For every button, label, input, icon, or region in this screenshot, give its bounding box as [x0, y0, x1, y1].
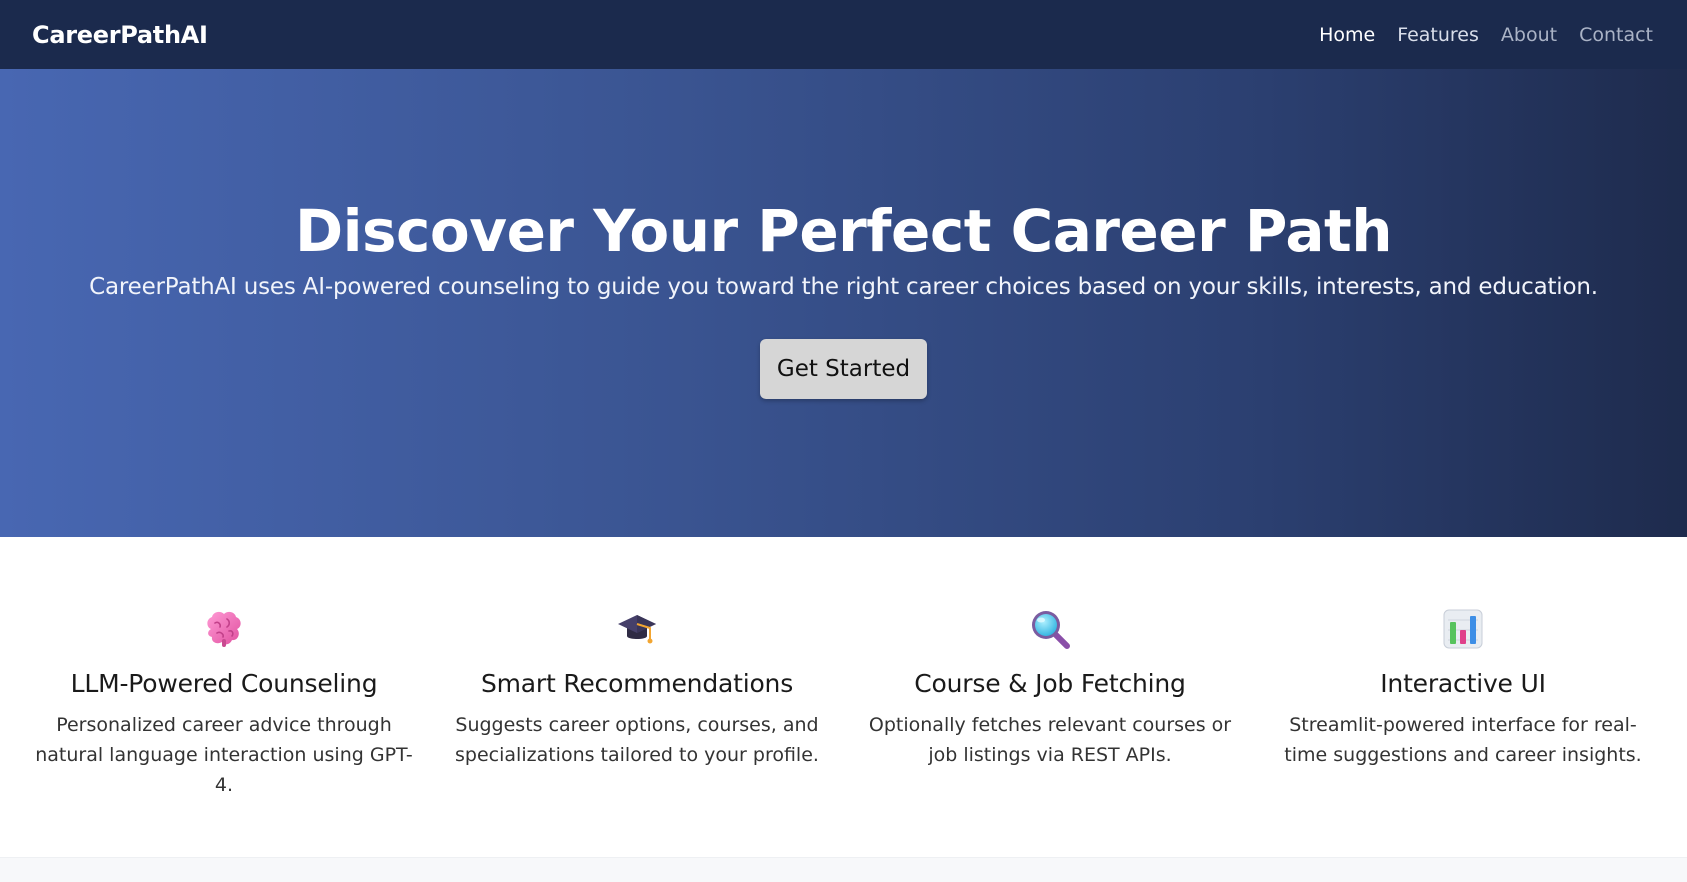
nav-link-features[interactable]: Features — [1397, 24, 1479, 46]
feature-description: Suggests career options, courses, and sp… — [455, 714, 819, 766]
nav-links: Home Features About Contact — [1319, 24, 1653, 46]
nav-link-about[interactable]: About — [1501, 24, 1557, 46]
get-started-button[interactable]: Get Started — [760, 338, 927, 399]
feature-card: Interactive UI Streamlit-powered interfa… — [1257, 607, 1669, 857]
navbar: CareerPathAI Home Features About Contact — [0, 0, 1687, 69]
feature-description: Streamlit-powered interface for real-tim… — [1284, 714, 1642, 766]
feature-description: Optionally fetches relevant courses or j… — [868, 714, 1232, 766]
hero-subtitle: CareerPathAI uses AI-powered counseling … — [89, 273, 1598, 300]
features-section: LLM-Powered Counseling Personalized care… — [0, 537, 1687, 857]
feature-title: Interactive UI — [1380, 669, 1546, 698]
feature-title: Smart Recommendations — [480, 669, 794, 698]
hero-title: Discover Your Perfect Career Path — [294, 197, 1393, 265]
bar-chart-icon — [1441, 607, 1485, 651]
nav-link-home[interactable]: Home — [1319, 24, 1375, 46]
feature-card: Smart Recommendations Suggests career op… — [431, 607, 843, 857]
footer-strip — [0, 857, 1687, 882]
feature-title: Course & Job Fetching — [914, 669, 1186, 698]
feature-card: Course & Job Fetching Optionally fetches… — [844, 607, 1256, 857]
magnifying-glass-icon — [1028, 607, 1072, 651]
brain-icon — [202, 607, 246, 651]
feature-card: LLM-Powered Counseling Personalized care… — [18, 607, 430, 857]
nav-link-contact[interactable]: Contact — [1579, 24, 1653, 46]
hero-section: Discover Your Perfect Career Path Career… — [0, 69, 1687, 537]
graduation-cap-icon — [615, 607, 659, 651]
feature-description: Personalized career advice through natur… — [35, 714, 413, 796]
brand-logo[interactable]: CareerPathAI — [32, 21, 208, 49]
feature-title: LLM-Powered Counseling — [70, 669, 378, 698]
